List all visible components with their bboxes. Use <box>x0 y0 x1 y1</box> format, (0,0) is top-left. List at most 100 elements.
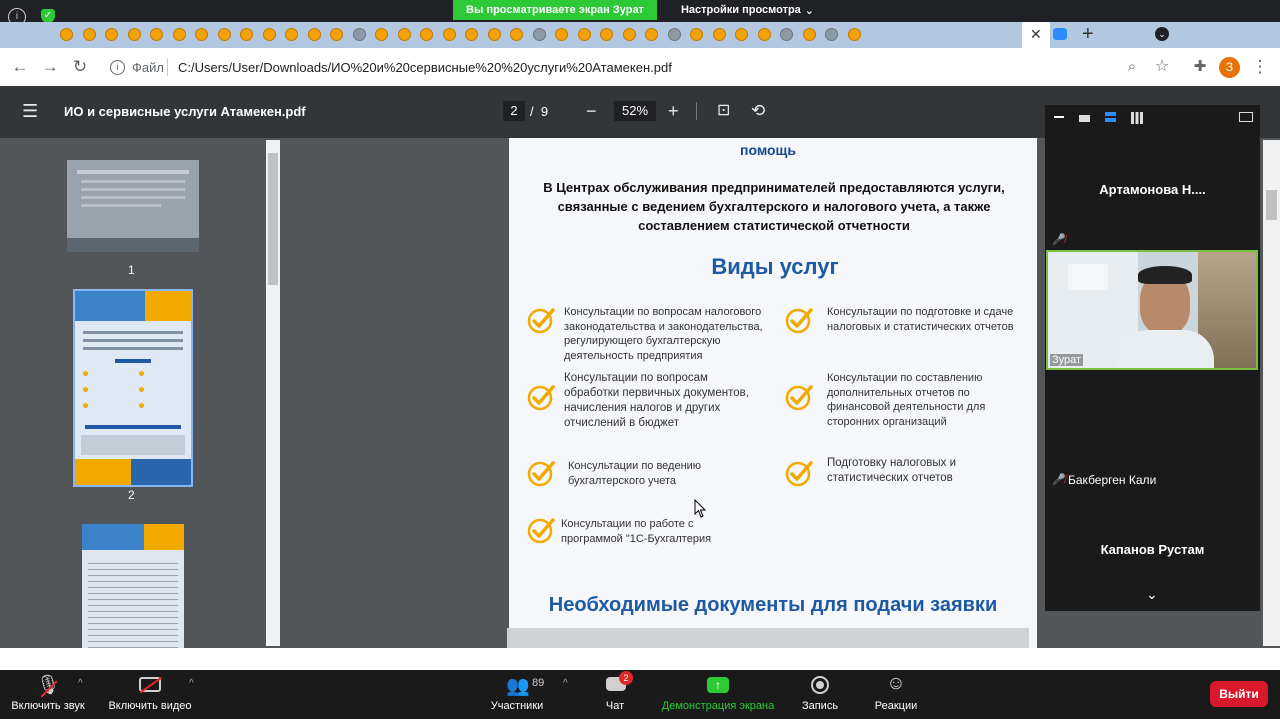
tab-favicon-icon[interactable] <box>105 28 118 41</box>
participants-icon[interactable]: 👥 <box>505 674 531 698</box>
tab-favicon-icon[interactable] <box>442 28 456 41</box>
thumbnail-page-3[interactable] <box>82 524 184 648</box>
thumbnail-label-2: 2 <box>128 488 135 502</box>
tab-favicon-icon[interactable] <box>195 28 208 41</box>
tab-favicon-icon[interactable] <box>667 28 681 41</box>
tab-favicon-icon[interactable] <box>375 28 388 41</box>
tab-favicon-icon[interactable] <box>397 28 411 41</box>
chat-button[interactable]: Чат <box>595 700 635 712</box>
tab-search-icon[interactable]: ⌄ <box>1155 27 1169 41</box>
thumbnail-page-1[interactable] <box>67 160 199 252</box>
page-total: / 9 <box>530 104 548 119</box>
sidebar-menu-icon[interactable]: ☰ <box>22 101 38 121</box>
viewer-scroll-thumb[interactable] <box>1266 190 1277 220</box>
page-total-value: 9 <box>540 104 549 119</box>
profile-avatar[interactable]: З <box>1219 57 1240 78</box>
service-item: Консультации по составлению дополнительн… <box>827 372 986 428</box>
tab-favicon-icon[interactable] <box>532 28 546 41</box>
participants-count: 89 <box>532 677 545 689</box>
chevron-down-icon: ⌄ <box>804 4 815 17</box>
site-info-icon[interactable]: i <box>110 60 125 75</box>
tab-favicon-icon[interactable] <box>847 28 861 41</box>
extensions-icon[interactable]: ✚ <box>1190 57 1210 77</box>
leave-button[interactable]: Выйти <box>1210 681 1268 707</box>
tab-favicon-icon[interactable] <box>150 28 163 41</box>
check-icon <box>785 385 813 411</box>
tab-favicon-icon[interactable] <box>802 28 816 41</box>
zoom-out-icon[interactable]: − <box>586 101 597 121</box>
tab-favicon-icon[interactable] <box>735 28 748 41</box>
zoom-in-icon[interactable]: + <box>668 101 679 121</box>
tab-favicon-icon[interactable] <box>240 28 253 41</box>
address-divider <box>167 58 168 76</box>
tab-favicon-icon[interactable] <box>600 28 613 41</box>
tab-favicon-icon[interactable] <box>757 28 771 41</box>
reactions-button[interactable]: Реакции <box>866 700 926 712</box>
zoom-page-icon[interactable]: ⌕ <box>1122 57 1142 77</box>
new-tab-icon[interactable]: + <box>1082 23 1094 46</box>
service-item: Подготовку налоговых и статистических от… <box>827 457 957 484</box>
tab-favicon-icon[interactable] <box>172 28 186 41</box>
back-icon[interactable]: ← <box>10 57 30 77</box>
help-word: помощь <box>740 142 796 158</box>
reactions-icon[interactable]: ☺ <box>884 673 908 695</box>
tab-favicon-icon[interactable] <box>780 28 793 41</box>
services-heading: Виды услуг <box>711 254 839 279</box>
tab-favicon-icon[interactable] <box>645 28 658 41</box>
close-tab-icon[interactable]: ✕ <box>1030 26 1042 43</box>
tab-favicon-icon[interactable] <box>690 28 703 41</box>
tab-favicon-icon[interactable] <box>352 28 366 41</box>
tab-favicon-icon[interactable] <box>330 28 343 41</box>
reload-icon[interactable]: ↻ <box>70 57 90 77</box>
muted-mic-icon: 🎤̸ <box>1052 234 1066 246</box>
tab-favicon-icon[interactable] <box>307 28 321 41</box>
tab-favicon-icon[interactable] <box>825 28 838 41</box>
participants-button[interactable]: Участники <box>480 700 554 712</box>
view-settings-menu[interactable]: Настройки просмотра ⌄ <box>675 0 820 20</box>
check-icon <box>527 308 555 334</box>
share-screen-button[interactable]: Демонстрация экрана <box>656 700 780 712</box>
chevron-up-icon[interactable]: ^ <box>78 678 83 689</box>
rotate-icon[interactable]: ⟲ <box>751 101 765 121</box>
panel-grid-view-icon[interactable] <box>1131 112 1143 124</box>
tab-favicon-icon[interactable] <box>285 28 298 41</box>
tab-favicon-icon[interactable] <box>622 28 636 41</box>
thumbnail-page-2[interactable] <box>73 289 193 487</box>
record-button[interactable]: Запись <box>795 700 845 712</box>
browser-menu-icon[interactable]: ⋮ <box>1250 57 1270 77</box>
forward-icon[interactable]: → <box>40 57 60 77</box>
zoom-level-input[interactable]: 52% <box>614 101 656 121</box>
tab-favicon-icon[interactable] <box>487 28 501 41</box>
panel-single-view-icon[interactable] <box>1079 115 1090 122</box>
panel-expand-icon[interactable] <box>1239 112 1253 122</box>
bookmark-star-icon[interactable]: ☆ <box>1152 57 1172 77</box>
tab-favicon-icon[interactable] <box>510 28 523 41</box>
zoom-tab-icon[interactable] <box>1053 28 1067 40</box>
tab-favicon-icon[interactable] <box>60 28 73 41</box>
mouse-cursor-icon <box>694 499 706 518</box>
page-number-input[interactable]: 2 <box>503 101 525 121</box>
unmute-button[interactable]: Включить звук <box>8 700 88 712</box>
tab-favicon-icon[interactable] <box>555 28 568 41</box>
tab-favicon-icon[interactable] <box>420 28 433 41</box>
tab-favicon-icon[interactable] <box>82 28 96 41</box>
tab-favicon-icon[interactable] <box>127 28 141 41</box>
start-video-button[interactable]: Включить видео <box>100 700 200 712</box>
tab-favicon-icon[interactable] <box>712 28 726 41</box>
url-field[interactable]: C:/Users/User/Downloads/ИО%20и%20сервисн… <box>178 60 672 75</box>
chevron-up-icon[interactable]: ^ <box>563 678 568 689</box>
tab-favicon-icon[interactable] <box>262 28 276 41</box>
muted-mic-icon[interactable]: 🎙 <box>36 673 60 697</box>
chevron-up-icon[interactable]: ^ <box>189 678 194 689</box>
sidebar-scroll-thumb[interactable] <box>268 153 278 285</box>
panel-minimize-icon[interactable] <box>1054 116 1064 118</box>
fit-page-icon[interactable]: ⊡ <box>717 101 730 121</box>
panel-strip-view-icon[interactable] <box>1105 112 1116 116</box>
tab-favicon-icon[interactable] <box>577 28 591 41</box>
toolbar-divider <box>696 102 697 120</box>
tab-favicon-icon[interactable] <box>217 28 231 41</box>
tab-favicon-icon[interactable] <box>465 28 478 41</box>
service-item: Консультации по вопросам налогового зако… <box>564 306 763 362</box>
share-screen-icon[interactable]: ↑ <box>707 677 729 693</box>
chevron-down-icon[interactable]: ⌄ <box>1146 586 1158 603</box>
